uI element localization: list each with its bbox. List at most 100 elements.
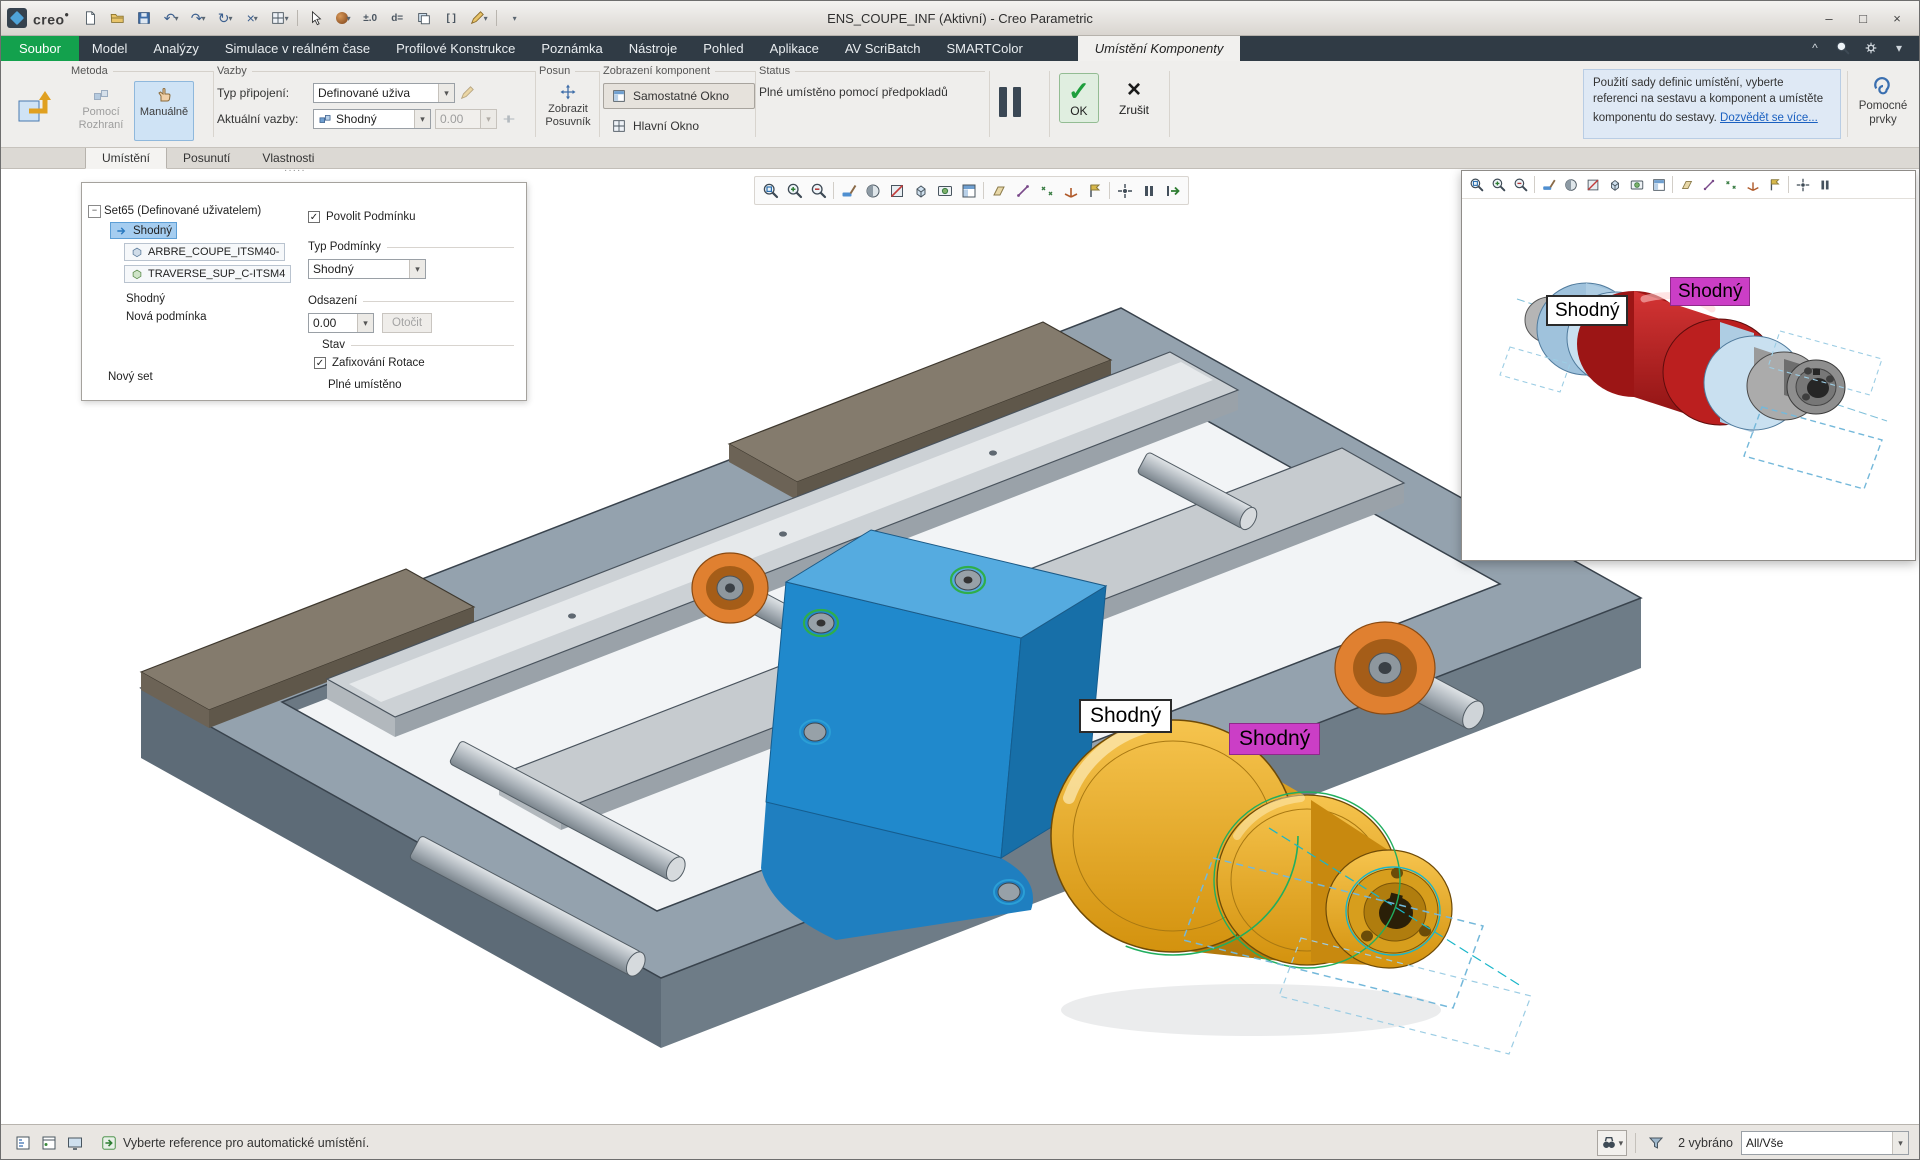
brackets-icon[interactable]: [ ] [439,7,463,29]
edit-connection-icon[interactable] [459,85,475,101]
more-options-icon[interactable]: ▾ [1889,38,1909,58]
preview-constraint-tag-white[interactable]: Shodný [1546,295,1628,326]
zrusit-button[interactable]: × Zrušit [1111,73,1157,121]
redo-icon[interactable]: ↷▾ [186,7,210,29]
subtab-posunuti[interactable]: Posunutí [167,148,246,168]
search-binoculars-button[interactable]: ▾ [1597,1130,1628,1156]
close-button[interactable]: × [1881,5,1913,31]
close-window-icon[interactable]: ×▾ [240,7,264,29]
new-file-icon[interactable] [78,7,102,29]
component-reference-chip[interactable]: ARBRE_COUPE_ITSM40- [124,243,285,261]
preview-constraint-tag-magenta[interactable]: Shodný [1670,277,1750,306]
select-arrow-icon[interactable] [304,7,328,29]
preview-zoom-in-icon[interactable] [1488,174,1509,195]
minimize-button[interactable]: – [1813,5,1845,31]
preview-pause-icon[interactable] [1814,174,1835,195]
save-icon[interactable] [132,7,156,29]
undo-icon[interactable]: ↶▾ [159,7,183,29]
tab-pohled[interactable]: Pohled [690,35,756,61]
preview-annotation-filter-icon[interactable] [1764,174,1785,195]
refit-icon[interactable] [759,179,782,202]
pomoci-rozhrani-button[interactable]: Pomocí Rozhraní [71,81,131,141]
datum-plane-filter-icon[interactable] [987,179,1010,202]
tab-av-scribatch[interactable]: AV ScriBatch [832,35,934,61]
csys-filter-icon[interactable] [1059,179,1082,202]
pause-graphics-icon[interactable] [1137,179,1160,202]
layers-icon[interactable] [412,7,436,29]
view-manager-icon[interactable] [957,179,980,202]
preview-saved-orientations-icon[interactable] [1604,174,1625,195]
spin-center-icon[interactable] [1113,179,1136,202]
tab-soubor[interactable]: Soubor [1,35,79,61]
preview-zoom-out-icon[interactable] [1510,174,1531,195]
navigator-toggle-icon[interactable] [11,1131,35,1155]
odsazeni-combo[interactable]: 0.00 ▾ [308,313,374,333]
preview-datum-point-filter-icon[interactable] [1720,174,1741,195]
offset-slider-icon[interactable] [501,111,517,127]
screen-capture-icon[interactable] [933,179,956,202]
subtab-umisteni[interactable]: Umístění [85,147,167,169]
selection-funnel-icon[interactable] [1644,1131,1668,1155]
new-constraint-row[interactable]: Nová podmínka [126,309,207,325]
settings-gear-icon[interactable] [1861,38,1881,58]
preview-capture-icon[interactable] [1626,174,1647,195]
new-set-row[interactable]: Nový set [108,369,153,385]
tree-expander-icon[interactable]: − [88,205,101,218]
typ-pripojeni-combo[interactable]: Definované uživa ▾ [313,83,455,103]
tab-nastroje[interactable]: Nástroje [616,35,690,61]
pomocne-prvky-button[interactable]: Pomocné prvky [1853,75,1913,128]
zobrazit-posuvnik-button[interactable]: Zobrazit Posuvník [539,78,597,138]
tab-simulace[interactable]: Simulace v reálném čase [212,35,383,61]
collapse-ribbon-icon[interactable]: ^ [1805,38,1825,58]
constraint-tag-magenta[interactable]: Shodný [1229,723,1320,755]
samostatne-okno-toggle[interactable]: Samostatné Okno [603,83,755,109]
subtab-vlastnosti[interactable]: Vlastnosti [246,148,330,168]
selection-filter-combo[interactable]: All/Vše ▾ [1741,1131,1909,1155]
povolit-podminku-checkbox[interactable]: ✓ Povolit Podmínku [308,211,416,223]
ok-button[interactable]: ✓ OK [1059,73,1099,123]
preview-view-manager-icon[interactable] [1648,174,1669,195]
preview-refit-icon[interactable] [1466,174,1487,195]
offset-combo[interactable]: 0.00 ▾ [435,109,497,129]
window-grid-icon[interactable]: ▾ [267,7,291,29]
saved-orientations-icon[interactable] [909,179,932,202]
dimension-icon[interactable]: d= [385,7,409,29]
hlavni-okno-toggle[interactable]: Hlavní Okno [603,113,755,139]
section-view-icon[interactable] [885,179,908,202]
preview-display-style-icon[interactable] [1560,174,1581,195]
preview-csys-filter-icon[interactable] [1742,174,1763,195]
constraint-set-row[interactable]: Set65 (Definované uživatelem) [104,203,261,219]
selected-constraint-row[interactable]: Shodný [110,222,177,239]
tab-analyzy[interactable]: Analýzy [140,35,212,61]
maximize-button[interactable]: □ [1847,5,1879,31]
constraint-tag-white[interactable]: Shodný [1079,699,1172,733]
regenerate-icon[interactable]: ↻▾ [213,7,237,29]
datum-point-filter-icon[interactable] [1035,179,1058,202]
appearance-sphere-icon[interactable]: ▾ [331,7,355,29]
gold-coupling[interactable] [1051,720,1452,1036]
tab-smartcolor[interactable]: SMARTColor [933,35,1035,61]
preview-repaint-icon[interactable] [1538,174,1559,195]
repaint-icon[interactable] [837,179,860,202]
preview-section-icon[interactable] [1582,174,1603,195]
exit-graphics-icon[interactable] [1161,179,1184,202]
preview-spin-center-icon[interactable] [1792,174,1813,195]
search-icon[interactable] [1833,38,1853,58]
tab-poznamka[interactable]: Poznámka [528,35,615,61]
open-icon[interactable] [105,7,129,29]
tab-model[interactable]: Model [79,35,140,61]
fullscreen-toggle-icon[interactable] [63,1131,87,1155]
typ-podminky-combo[interactable]: Shodný ▾ [308,259,426,279]
preview-canvas[interactable]: Shodný Shodný [1462,199,1913,559]
datum-axis-filter-icon[interactable] [1011,179,1034,202]
tab-aplikace[interactable]: Aplikace [757,35,832,61]
sketch-pencil-icon[interactable]: ▾ [466,7,490,29]
browser-toggle-icon[interactable] [37,1131,61,1155]
precision-icon[interactable]: ±.0 [358,7,382,29]
display-style-icon[interactable] [861,179,884,202]
customize-toolbar-icon[interactable]: ▾ [503,7,527,29]
tab-profilove[interactable]: Profilové Konstrukce [383,35,528,61]
zafixovani-rotace-checkbox[interactable]: ✓ Zafixování Rotace [314,357,425,369]
otocit-button[interactable]: Otočit [382,313,432,333]
zoom-out-icon[interactable] [807,179,830,202]
